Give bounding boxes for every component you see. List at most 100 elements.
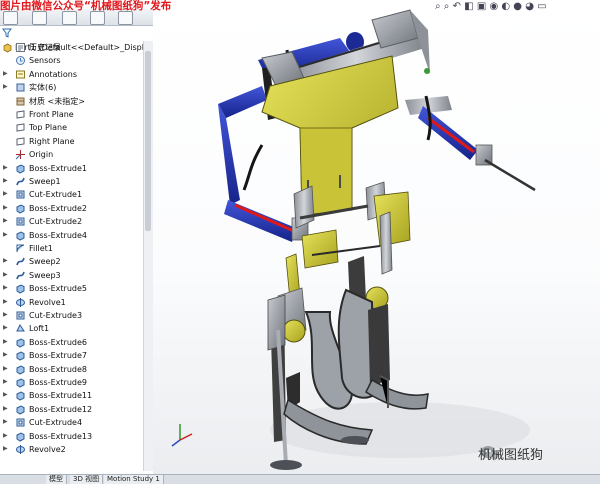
tree-item-label: 实体(6) [29,83,57,93]
expand-arrow-icon[interactable]: ▶ [3,257,11,264]
expand-arrow-icon[interactable]: ▶ [3,418,11,425]
tree-item-label: Front Plane [29,110,74,119]
tree-item[interactable]: ▶ Boss-Extrude13 [0,430,145,443]
expand-arrow-icon[interactable]: ▶ [3,311,11,318]
expand-arrow-icon[interactable]: ▶ [3,405,11,412]
tree-item[interactable]: ▶ Cut-Extrude2 [0,215,145,228]
material-icon [16,97,25,106]
expand-arrow-icon[interactable]: ▶ [3,271,11,278]
watermark-bottom: 机械图纸狗 [478,448,544,463]
sweep-icon [16,258,25,266]
graphics-viewport[interactable]: ⌕ ⌕ ↶ ◧ ▣ ◉ ◐ ● ◕ ▭ [153,0,600,484]
tree-item[interactable]: Top Plane [0,121,145,134]
tree-item[interactable]: 历史记录 [0,41,145,54]
tree-item[interactable]: ▶ 实体(6) [0,81,145,94]
plane-icon [16,110,25,119]
tree-item[interactable]: ▶ Annotations [0,68,145,81]
tree-item[interactable]: ▶ Boss-Extrude7 [0,349,145,362]
configuration-manager-tab[interactable] [62,11,77,25]
tree-item[interactable]: Sensors [0,54,145,67]
sensors-icon [16,56,25,66]
tree-item[interactable]: ▶ Sweep1 [0,175,145,188]
expand-arrow-icon[interactable]: ▶ [3,365,11,372]
tree-item-label: Boss-Extrude7 [29,351,87,361]
loft-icon [16,324,25,332]
extrude-icon [16,164,25,174]
exoskeleton-model[interactable] [153,0,600,484]
sweep-icon [16,177,25,186]
tree-item[interactable]: ▶ Sweep2 [0,255,145,268]
tree-item-label: Cut-Extrude4 [29,418,83,428]
tree-item-label: Boss-Extrude13 [29,431,93,441]
tree-item[interactable]: ▶ Boss-Extrude8 [0,363,145,376]
tree-item-label: Cut-Extrude1 [29,190,83,200]
expand-arrow-icon[interactable]: ▶ [3,217,11,224]
expand-arrow-icon[interactable]: ▶ [3,231,11,238]
tree-item[interactable]: 材质 <未指定> [0,95,145,108]
extrude-icon [16,391,25,401]
watermark-top: 图片由微信公众号“机械图纸狗”发布 [0,0,172,12]
solidworks-window: Part1 (Default<<Default>_Display S 历史记录 S… [0,0,600,484]
tree-item-label: Fillet1 [29,244,53,253]
tree-item-label: Boss-Extrude2 [29,203,87,213]
tree-item[interactable]: ▶ Sweep3 [0,269,145,282]
right-arm [405,95,536,192]
tree-item-label: Sweep2 [29,257,61,267]
expand-arrow-icon[interactable]: ▶ [3,338,11,345]
dimxpert-manager-tab[interactable] [90,11,105,25]
tab-3d-views[interactable]: 3D 视图 [70,475,104,484]
filter-icon[interactable] [2,28,12,38]
tab-motion-study-1[interactable]: Motion Study 1 [104,475,164,484]
tree-item-label: Boss-Extrude11 [29,391,93,401]
expand-arrow-icon[interactable]: ▶ [3,83,11,90]
expand-arrow-icon[interactable]: ▶ [3,351,11,358]
tree-item-label: Sensors [29,56,61,66]
expand-arrow-icon[interactable]: ▶ [3,432,11,439]
tree-item[interactable]: ▶ Boss-Extrude6 [0,336,145,349]
tree-item-label: Revolve2 [29,445,66,454]
scrollbar-thumb[interactable] [145,51,151,231]
tree-item[interactable]: ▶ Cut-Extrude1 [0,188,145,201]
tree-item[interactable]: Front Plane [0,108,145,121]
expand-arrow-icon[interactable]: ▶ [3,164,11,171]
expand-arrow-icon[interactable]: ▶ [3,190,11,197]
tab-model[interactable]: 模型 [46,475,67,484]
tree-item[interactable]: ▶ Boss-Extrude12 [0,403,145,416]
annotations-icon [16,70,25,79]
tree-item[interactable]: ▶ Revolve2 [0,443,145,456]
tree-item[interactable]: ▶ Boss-Extrude11 [0,389,145,402]
expand-arrow-icon[interactable]: ▶ [3,445,11,452]
tree-item[interactable]: ▶ Boss-Extrude4 [0,229,145,242]
tree-item[interactable]: ▶ Boss-Extrude9 [0,376,145,389]
expand-arrow-icon[interactable]: ▶ [3,324,11,331]
cut-icon [16,311,25,320]
tree-scrollbar[interactable] [143,41,153,471]
extrude-icon [16,432,25,442]
expand-arrow-icon[interactable]: ▶ [3,177,11,184]
expand-arrow-icon[interactable]: ▶ [3,204,11,211]
expand-arrow-icon[interactable]: ▶ [3,391,11,398]
tree-item[interactable]: ▶ Cut-Extrude4 [0,416,145,429]
tree-item-label: Boss-Extrude8 [29,364,87,374]
expand-arrow-icon[interactable]: ▶ [3,378,11,385]
feature-tree-tab[interactable] [3,11,18,25]
tree-item[interactable]: ▶ Boss-Extrude2 [0,202,145,215]
extrude-icon [16,338,25,348]
tree-item-label: Top Plane [29,123,67,133]
tree-item[interactable]: Fillet1 [0,242,145,255]
expand-arrow-icon[interactable]: ▶ [3,70,11,77]
tree-item[interactable]: Right Plane [0,135,145,148]
tree-item-label: Revolve1 [29,297,66,307]
property-manager-tab[interactable] [32,11,47,25]
tree-item[interactable]: ▶ Loft1 [0,322,145,335]
display-manager-tab[interactable] [118,11,133,25]
tree-item[interactable]: ▶ Cut-Extrude3 [0,309,145,322]
expand-arrow-icon[interactable]: ▶ [3,284,11,291]
expand-arrow-icon[interactable]: ▶ [3,298,11,305]
tree-item[interactable]: ▶ Boss-Extrude5 [0,282,145,295]
tree-item[interactable]: Origin [0,148,145,161]
coordinate-triad [171,424,193,447]
tree-item[interactable]: ▶ Boss-Extrude1 [0,162,145,175]
tree-item[interactable]: ▶ Revolve1 [0,296,145,309]
tree-item-label: Sweep3 [29,270,61,280]
